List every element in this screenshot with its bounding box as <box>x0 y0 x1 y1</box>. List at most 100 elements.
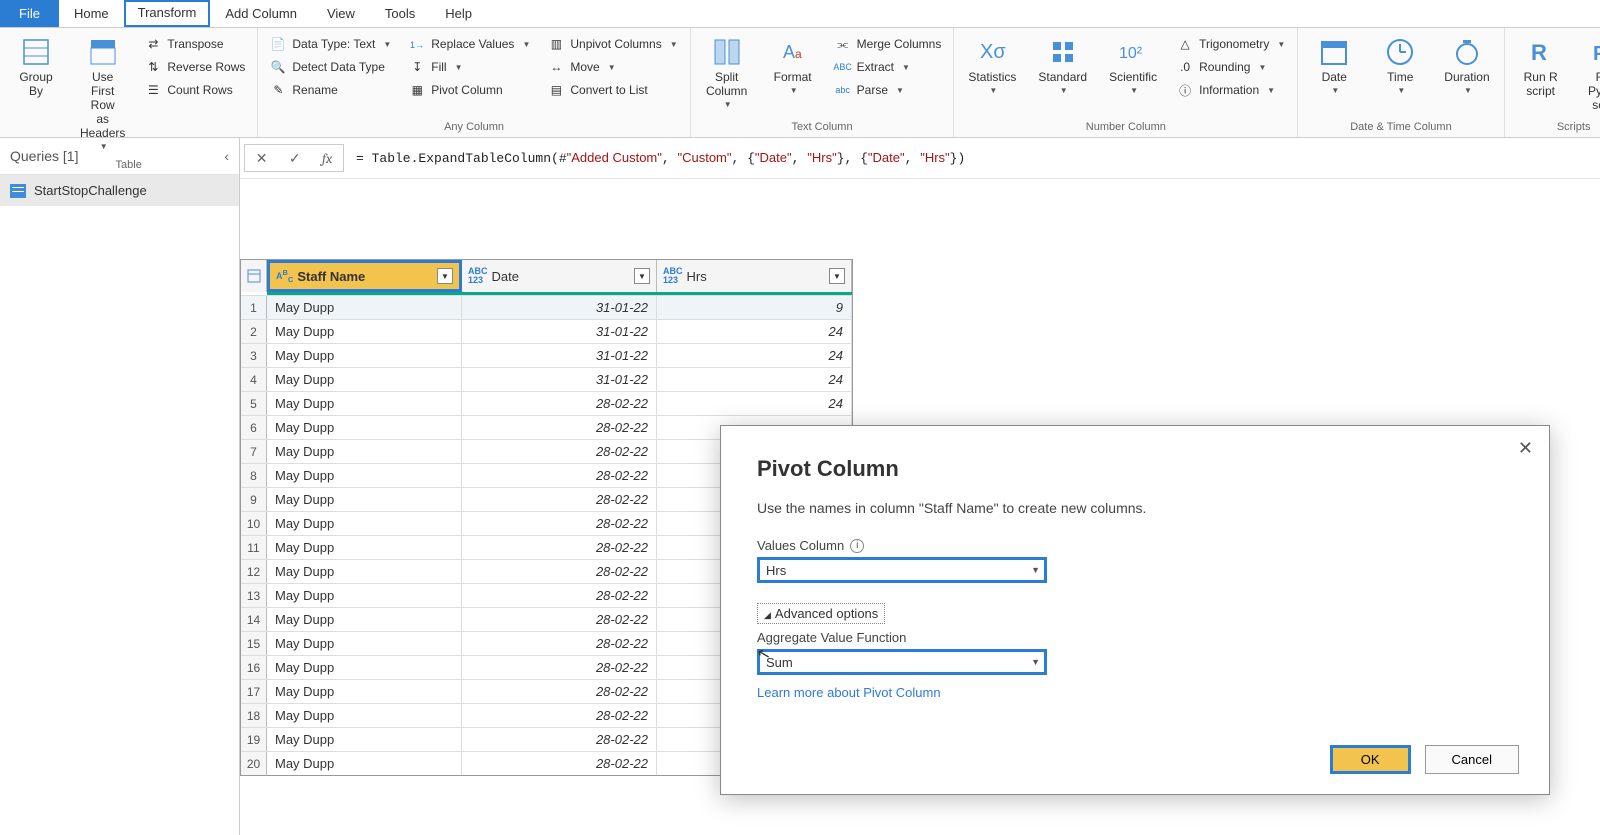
column-header-date[interactable]: ABC123 Date ▼ <box>462 260 657 292</box>
group-label-number-column: Number Column <box>962 117 1289 137</box>
date-button[interactable]: Date▼ <box>1306 32 1362 99</box>
first-row-headers-button[interactable]: Use First Row as Headers ▼ <box>74 32 131 155</box>
adv-label: Advanced options <box>775 606 878 621</box>
cell-staff: May Dupp <box>267 512 462 535</box>
group-label-any-column: Any Column <box>266 117 681 137</box>
transpose-label: Transpose <box>167 37 223 51</box>
standard-button[interactable]: Standard▼ <box>1032 32 1093 99</box>
advanced-options-toggle[interactable]: ◢Advanced options <box>757 603 885 624</box>
menu-add-column[interactable]: Add Column <box>210 0 312 27</box>
first-row-label: Use First Row as Headers <box>80 70 125 140</box>
pivot-label: Pivot Column <box>431 83 502 97</box>
close-icon[interactable]: ✕ <box>1518 438 1533 459</box>
parse-button[interactable]: abcParse▼ <box>831 80 946 100</box>
move-button[interactable]: ↔Move▼ <box>544 57 681 77</box>
cancel-button[interactable]: Cancel <box>1425 745 1519 774</box>
table-row[interactable]: 3May Dupp31-01-2224 <box>241 343 852 367</box>
row-number: 3 <box>241 344 267 367</box>
detect-icon: 🔍 <box>270 59 286 75</box>
table-row[interactable]: 1May Dupp31-01-229 <box>241 295 852 319</box>
rounding-button[interactable]: .0Rounding▼ <box>1173 57 1289 77</box>
menu-help[interactable]: Help <box>430 0 487 27</box>
format-button[interactable]: Aa Format▼ <box>765 32 821 99</box>
extract-label: Extract <box>857 60 894 74</box>
pivot-icon: ▦ <box>409 82 425 98</box>
first-row-icon <box>87 36 119 68</box>
menu-tools[interactable]: Tools <box>370 0 430 27</box>
trigonometry-button[interactable]: △Trigonometry▼ <box>1173 34 1289 54</box>
column-filter-dropdown[interactable]: ▼ <box>437 268 453 284</box>
convert-list-button[interactable]: ▤Convert to List <box>544 80 681 100</box>
dropdown-icon: ▼ <box>670 40 678 49</box>
run-r-button[interactable]: RRun R script <box>1513 32 1569 102</box>
menu-view[interactable]: View <box>312 0 370 27</box>
cell-date: 28-02-22 <box>462 632 657 655</box>
select-value: Hrs <box>766 563 786 578</box>
dropdown-icon: ▼ <box>1130 86 1138 95</box>
scientific-button[interactable]: 10² Scientific▼ <box>1103 32 1163 99</box>
unpivot-button[interactable]: ▥Unpivot Columns▼ <box>544 34 681 54</box>
cancel-formula-icon[interactable]: ✕ <box>256 150 268 167</box>
r-icon: R <box>1525 36 1557 68</box>
learn-more-link[interactable]: Learn more about Pivot Column <box>757 685 941 700</box>
cell-staff: May Dupp <box>267 560 462 583</box>
extract-button[interactable]: ABCExtract▼ <box>831 57 946 77</box>
transpose-button[interactable]: ⇄Transpose <box>141 34 249 54</box>
duration-label: Duration <box>1444 70 1489 84</box>
rename-button[interactable]: ✎Rename <box>266 80 395 100</box>
column-filter-dropdown[interactable]: ▼ <box>829 268 845 284</box>
statistics-label: Statistics <box>968 70 1016 84</box>
menu-file[interactable]: File <box>0 0 59 27</box>
dropdown-icon: ▼ <box>1397 86 1405 95</box>
row-number: 14 <box>241 608 267 631</box>
table-row[interactable]: 2May Dupp31-01-2224 <box>241 319 852 343</box>
query-item[interactable]: StartStopChallenge <box>0 175 239 206</box>
data-type-button[interactable]: 📄Data Type: Text▼ <box>266 34 395 54</box>
table-row[interactable]: 5May Dupp28-02-2224 <box>241 391 852 415</box>
data-type-icon: 📄 <box>270 36 286 52</box>
cell-staff: May Dupp <box>267 344 462 367</box>
information-button[interactable]: ⓘInformation▼ <box>1173 80 1289 100</box>
merge-columns-button[interactable]: ⫘Merge Columns <box>831 34 946 54</box>
row-number: 16 <box>241 656 267 679</box>
column-header-hrs[interactable]: ABC123 Hrs ▼ <box>657 260 852 292</box>
duration-button[interactable]: Duration▼ <box>1438 32 1495 99</box>
group-by-button[interactable]: Group By <box>8 32 64 102</box>
table-row[interactable]: 4May Dupp31-01-2224 <box>241 367 852 391</box>
fill-icon: ↧ <box>409 59 425 75</box>
date-label: Date <box>1322 70 1347 84</box>
chevron-down-icon: ▼ <box>1031 657 1040 667</box>
reverse-rows-button[interactable]: ⇅Reverse Rows <box>141 57 249 77</box>
statistics-button[interactable]: Χσ Statistics▼ <box>962 32 1022 99</box>
replace-values-button[interactable]: 1→2Replace Values▼ <box>405 34 534 54</box>
count-rows-button[interactable]: ☰Count Rows <box>141 80 249 100</box>
info-icon[interactable]: i <box>850 539 864 553</box>
cell-date: 28-02-22 <box>462 728 657 751</box>
run-python-button[interactable]: PyRun Python script <box>1579 32 1600 116</box>
dropdown-icon: ▼ <box>790 86 798 95</box>
split-column-button[interactable]: Split Column▼ <box>699 32 755 113</box>
cell-hrs: 24 <box>657 344 852 367</box>
formula-text[interactable]: = Table.ExpandTableColumn(#"Added Custom… <box>356 150 1596 166</box>
column-header-staff[interactable]: ABC Staff Name ▼ <box>267 260 462 292</box>
dropdown-icon: ▼ <box>522 40 530 49</box>
fx-icon[interactable]: fx <box>322 150 332 167</box>
pivot-column-button[interactable]: ▦ Pivot Column <box>405 80 534 100</box>
convert-label: Convert to List <box>570 83 647 97</box>
menu-transform[interactable]: Transform <box>124 0 211 27</box>
row-number: 19 <box>241 728 267 751</box>
rename-icon: ✎ <box>270 82 286 98</box>
cell-staff: May Dupp <box>267 752 462 775</box>
aggregate-function-select[interactable]: Sum▼ <box>757 649 1047 675</box>
column-filter-dropdown[interactable]: ▼ <box>634 268 650 284</box>
accept-formula-icon[interactable]: ✓ <box>289 150 301 167</box>
standard-icon <box>1047 36 1079 68</box>
select-all-corner[interactable] <box>241 260 267 292</box>
time-button[interactable]: Time▼ <box>1372 32 1428 99</box>
menu-home[interactable]: Home <box>59 0 124 27</box>
dropdown-icon: ▼ <box>1277 40 1285 49</box>
fill-button[interactable]: ↧Fill▼ <box>405 57 534 77</box>
detect-type-button[interactable]: 🔍Detect Data Type <box>266 57 395 77</box>
ok-button[interactable]: OK <box>1330 745 1411 774</box>
values-column-select[interactable]: Hrs▼ <box>757 557 1047 583</box>
